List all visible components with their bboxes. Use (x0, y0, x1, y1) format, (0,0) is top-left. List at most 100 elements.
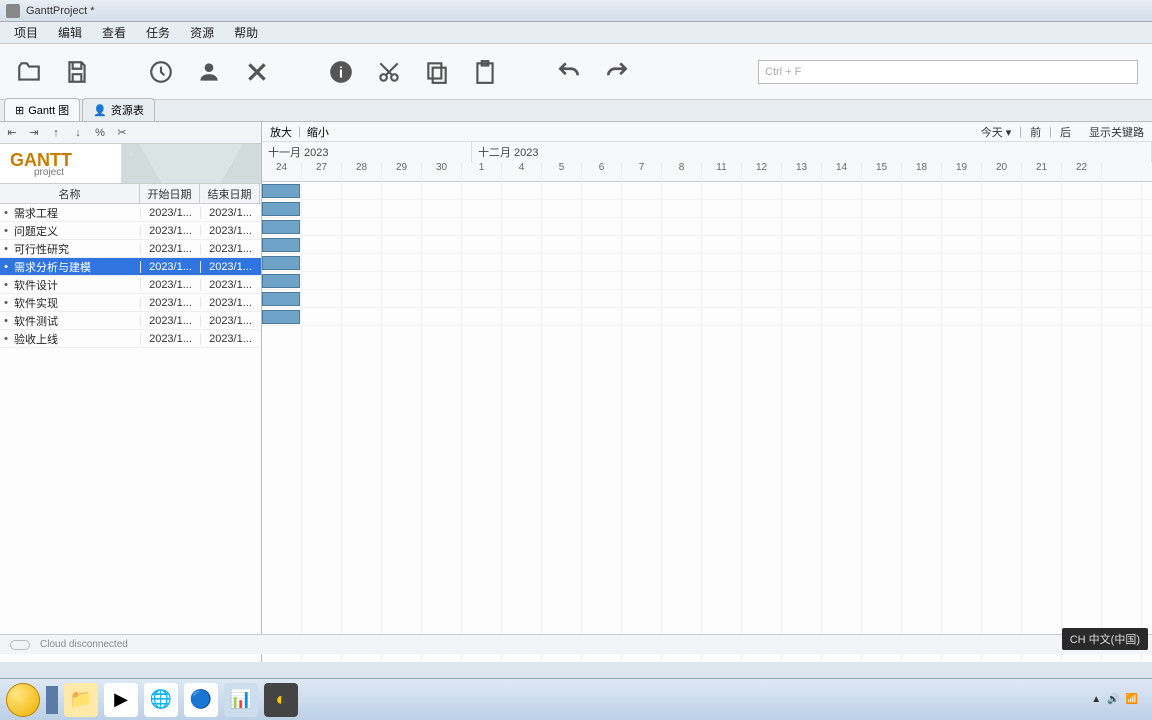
gantt-row (262, 200, 1152, 218)
task-row[interactable]: •软件测试2023/1...2023/1... (0, 312, 261, 330)
menu-help[interactable]: 帮助 (224, 22, 268, 43)
outdent-icon[interactable]: ⇤ (4, 125, 20, 141)
search-input[interactable]: Ctrl + F (758, 60, 1138, 84)
tray-flag-icon[interactable]: ▲ (1091, 694, 1101, 705)
taskbar-app-explorer[interactable]: 📁 (64, 683, 98, 717)
column-headers: 名称 开始日期 结束日期 (0, 184, 261, 204)
start-button[interactable] (6, 683, 40, 717)
taskbar-app-media[interactable]: ▶ (104, 683, 138, 717)
person-button[interactable] (194, 57, 224, 87)
copy-button[interactable] (422, 57, 452, 87)
tab-resource[interactable]: 👤资源表 (82, 98, 155, 121)
task-list: •需求工程2023/1...2023/1...•问题定义2023/1...202… (0, 204, 261, 662)
zoom-in[interactable]: 放大 (270, 124, 292, 140)
taskbar-app-other[interactable]: ◐ (264, 683, 298, 717)
zoom-out[interactable]: 缩小 (307, 124, 329, 140)
cut-button[interactable] (374, 57, 404, 87)
gantt-bar[interactable] (262, 202, 300, 216)
day-label: 4 (502, 162, 542, 182)
tray-sound-icon[interactable]: 🔊 (1107, 694, 1119, 705)
critical-path[interactable]: 显示关键路 (1089, 124, 1144, 140)
unlink-icon[interactable]: ✂ (114, 125, 130, 141)
col-start[interactable]: 开始日期 (140, 184, 200, 203)
gantt-bar[interactable] (262, 220, 300, 234)
task-row[interactable]: •可行性研究2023/1...2023/1... (0, 240, 261, 258)
tray-network-icon[interactable]: 📶 (1126, 694, 1138, 705)
taskbar-divider (46, 686, 58, 714)
windows-taskbar: 📁 ▶ 🌐 🔵 📊 ◐ ▲ 🔊 📶 (0, 678, 1152, 720)
task-row[interactable]: •软件设计2023/1...2023/1... (0, 276, 261, 294)
gantt-row (262, 308, 1152, 326)
undo-button[interactable] (554, 57, 584, 87)
today-button[interactable]: 今天 ▾ (981, 124, 1012, 140)
gantt-bar[interactable] (262, 292, 300, 306)
zoom-row: 放大 | 缩小 今天 ▾ | 前 | 后 显示关键路 (262, 122, 1152, 142)
gantt-row (262, 182, 1152, 200)
redo-button[interactable] (602, 57, 632, 87)
month-label: 十二月 2023 (472, 142, 1152, 162)
taskbar-app-browser[interactable]: 🔵 (184, 683, 218, 717)
logo: GANTT project (0, 144, 261, 184)
gantt-bar[interactable] (262, 274, 300, 288)
window-title: GanttProject * (26, 5, 94, 17)
search-placeholder: Ctrl + F (765, 66, 801, 78)
gantt-bar[interactable] (262, 238, 300, 252)
task-row[interactable]: •需求工程2023/1...2023/1... (0, 204, 261, 222)
gantt-row (262, 254, 1152, 272)
timeline-header: 十一月 2023十二月 2023 24272829301456781112131… (262, 142, 1152, 182)
info-button[interactable]: i (326, 57, 356, 87)
day-label: 19 (942, 162, 982, 182)
indent-icon[interactable]: ⇥ (26, 125, 42, 141)
day-label: 13 (782, 162, 822, 182)
task-row[interactable]: •问题定义2023/1...2023/1... (0, 222, 261, 240)
menu-task[interactable]: 任务 (136, 22, 180, 43)
col-end[interactable]: 结束日期 (200, 184, 260, 203)
ime-indicator[interactable]: CH 中文(中国) (1062, 628, 1148, 650)
day-label: 15 (862, 162, 902, 182)
paste-button[interactable] (470, 57, 500, 87)
link-icon[interactable]: % (92, 125, 108, 141)
task-toolbar: ⇤ ⇥ ↑ ↓ % ✂ (0, 122, 261, 144)
gantt-bar[interactable] (262, 310, 300, 324)
task-row[interactable]: •验收上线2023/1...2023/1... (0, 330, 261, 348)
down-icon[interactable]: ↓ (70, 125, 86, 141)
day-label: 29 (382, 162, 422, 182)
col-name[interactable]: 名称 (0, 184, 140, 203)
hex-pattern (121, 144, 261, 183)
open-button[interactable] (14, 57, 44, 87)
task-pane: ⇤ ⇥ ↑ ↓ % ✂ GANTT project 名称 开始日期 结束日期 •… (0, 122, 262, 662)
next-button[interactable]: 后 (1060, 124, 1071, 140)
menu-project[interactable]: 项目 (4, 22, 48, 43)
gantt-pane: 放大 | 缩小 今天 ▾ | 前 | 后 显示关键路 十一月 2023十二月 2… (262, 122, 1152, 662)
task-row[interactable]: •需求分析与建模2023/1...2023/1... (0, 258, 261, 276)
delete-button[interactable] (242, 57, 272, 87)
day-label: 18 (902, 162, 942, 182)
day-label: 14 (822, 162, 862, 182)
app-icon (6, 4, 20, 18)
taskbar-app-chrome[interactable]: 🌐 (144, 683, 178, 717)
up-icon[interactable]: ↑ (48, 125, 64, 141)
menu-edit[interactable]: 编辑 (48, 22, 92, 43)
menu-resource[interactable]: 资源 (180, 22, 224, 43)
system-tray[interactable]: ▲ 🔊 📶 (1091, 694, 1146, 705)
day-label: 21 (1022, 162, 1062, 182)
task-row[interactable]: •软件实现2023/1...2023/1... (0, 294, 261, 312)
day-label: 5 (542, 162, 582, 182)
clock-button[interactable] (146, 57, 176, 87)
gantt-area[interactable] (262, 182, 1152, 662)
menu-view[interactable]: 查看 (92, 22, 136, 43)
day-label: 28 (342, 162, 382, 182)
save-button[interactable] (62, 57, 92, 87)
toolbar: i Ctrl + F (0, 44, 1152, 100)
gantt-row (262, 218, 1152, 236)
gantt-bar[interactable] (262, 256, 300, 270)
gantt-row (262, 290, 1152, 308)
taskbar-app-gantt[interactable]: 📊 (224, 683, 258, 717)
view-tabs: ⊞Gantt 图 👤资源表 (0, 100, 1152, 122)
prev-button[interactable]: 前 (1030, 124, 1041, 140)
gantt-bar[interactable] (262, 184, 300, 198)
day-label: 20 (982, 162, 1022, 182)
tab-gantt[interactable]: ⊞Gantt 图 (4, 98, 80, 121)
month-label: 十一月 2023 (262, 142, 472, 162)
svg-text:i: i (339, 64, 343, 81)
